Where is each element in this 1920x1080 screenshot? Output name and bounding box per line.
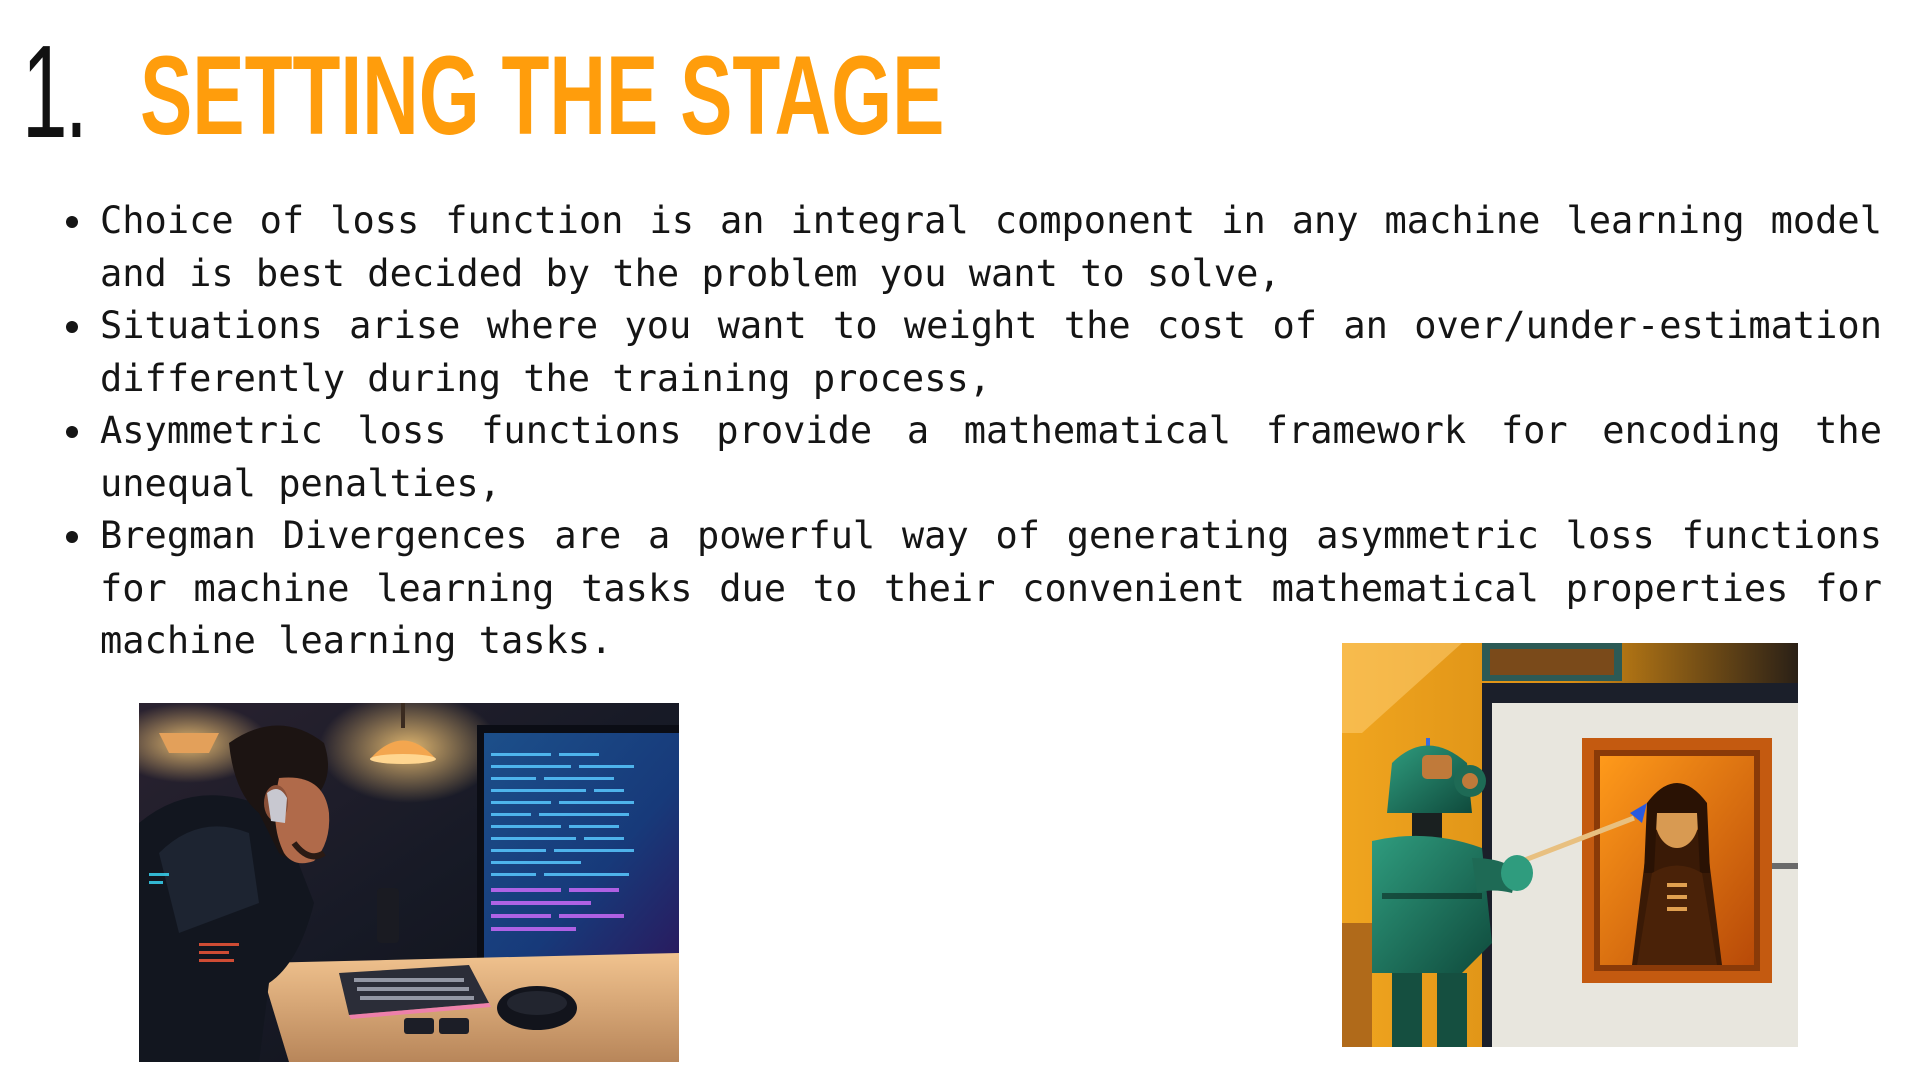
section-number: 1. [22, 18, 88, 165]
slide: 1. SETTING THE STAGE Choice of loss func… [0, 0, 1920, 1080]
slide-title: SETTING THE STAGE [140, 33, 945, 158]
bullet-item: Choice of loss function is an integral c… [62, 195, 1882, 300]
bullet-list: Choice of loss function is an integral c… [62, 195, 1882, 668]
programmer-illustration [139, 703, 679, 1062]
slide-header: 1. SETTING THE STAGE [22, 18, 1289, 158]
bullet-item: Asymmetric loss functions provide a math… [62, 405, 1882, 510]
bullet-item: Situations arise where you want to weigh… [62, 300, 1882, 405]
robot-painter-illustration [1342, 643, 1798, 1047]
